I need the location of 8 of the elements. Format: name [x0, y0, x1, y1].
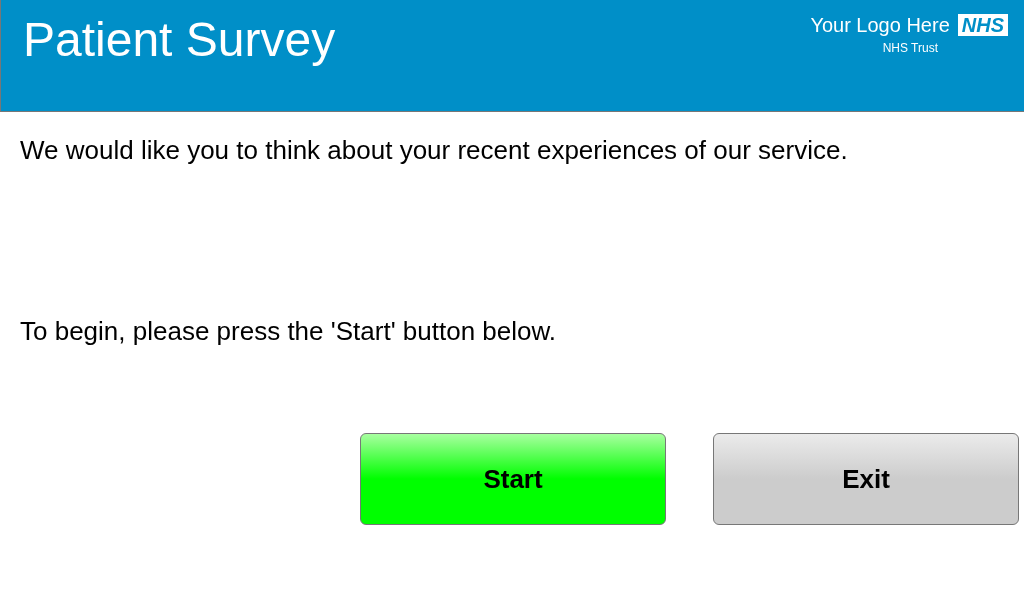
- page-title: Patient Survey: [23, 16, 336, 64]
- action-button[interactable]: Exit: [713, 433, 1019, 525]
- logo-subtitle: NHS Trust: [882, 42, 938, 54]
- logo-text: Your Logo Here: [810, 15, 950, 35]
- instruction-text: To begin, please press the 'Start' button below.: [20, 318, 558, 344]
- action-button[interactable]: Start: [360, 433, 666, 525]
- intro-text: We would like you to think about your recent experiences of our service.: [20, 137, 849, 163]
- logo-badge: NHS: [957, 14, 1008, 36]
